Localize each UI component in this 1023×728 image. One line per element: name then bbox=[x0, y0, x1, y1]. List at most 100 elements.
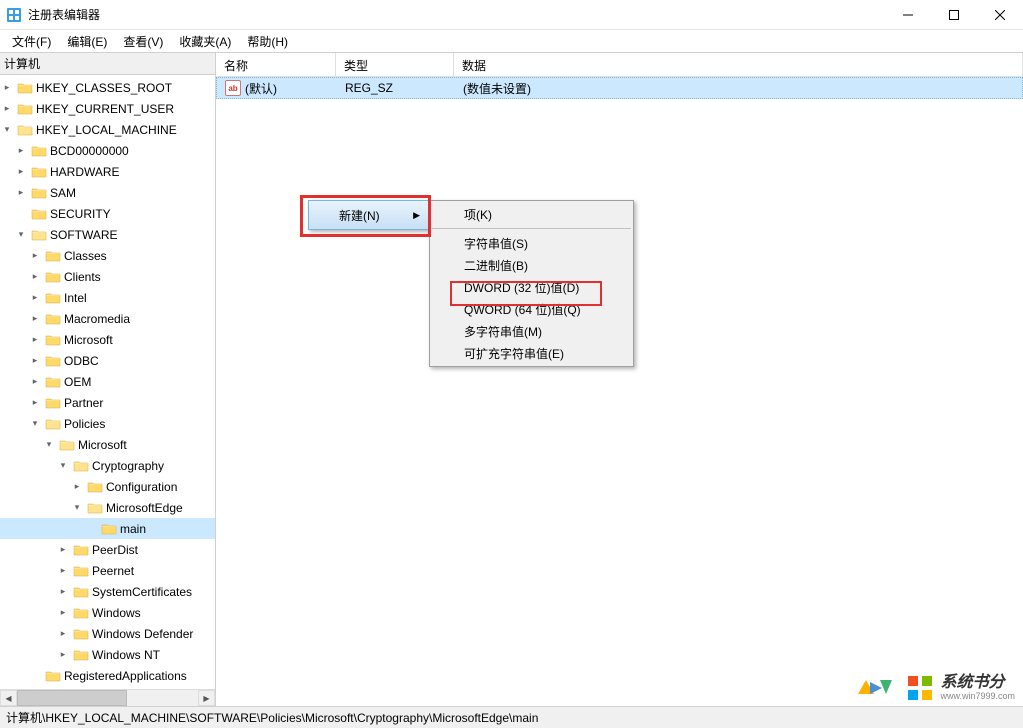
content-area: 计算机 ▸HKEY_CLASSES_ROOT▸HKEY_CURRENT_USER… bbox=[0, 52, 1023, 706]
tree-node[interactable]: ▾Cryptography bbox=[0, 455, 215, 476]
context-menu-new[interactable]: 新建(N) ▶ bbox=[308, 200, 429, 230]
tree-node[interactable]: ▸Intel bbox=[0, 287, 215, 308]
submenu-string[interactable]: 字符串值(S) bbox=[430, 232, 633, 254]
submenu-multistring[interactable]: 多字符串值(M) bbox=[430, 320, 633, 342]
tree-node[interactable]: ▸ SAM bbox=[0, 182, 215, 203]
tree-root-label[interactable]: 计算机 bbox=[0, 53, 215, 75]
tree-node-label: HKEY_LOCAL_MACHINE bbox=[36, 123, 177, 137]
tree-toggle-icon[interactable]: ▸ bbox=[56, 585, 70, 599]
tree-node-label: Policies bbox=[64, 417, 105, 431]
submenu-qword[interactable]: QWORD (64 位)值(Q) bbox=[430, 298, 633, 320]
watermark-shapes-icon bbox=[852, 674, 900, 702]
tree-node[interactable]: ▸ODBC bbox=[0, 350, 215, 371]
tree-toggle-icon[interactable]: ▸ bbox=[28, 249, 42, 263]
tree-toggle-icon[interactable]: ▸ bbox=[28, 291, 42, 305]
tree-toggle-icon[interactable]: ▾ bbox=[56, 459, 70, 473]
tree-toggle-icon[interactable]: ▾ bbox=[70, 501, 84, 515]
tree-toggle-icon[interactable]: ▸ bbox=[56, 627, 70, 641]
tree-node[interactable]: ▸ Clients bbox=[0, 266, 215, 287]
minimize-button[interactable] bbox=[885, 0, 931, 30]
value-type: REG_SZ bbox=[337, 79, 455, 97]
submenu-dword[interactable]: DWORD (32 位)值(D) bbox=[430, 276, 633, 298]
hscroll-right-button[interactable]: ▶ bbox=[198, 690, 215, 706]
col-header-data[interactable]: 数据 bbox=[454, 53, 1023, 76]
tree-node[interactable]: ▸ Macromedia bbox=[0, 308, 215, 329]
tree-node[interactable]: ▾ HKEY_LOCAL_MACHINE bbox=[0, 119, 215, 140]
menu-edit[interactable]: 编辑(E) bbox=[59, 31, 115, 52]
watermark-url: www.win7999.com bbox=[940, 692, 1015, 702]
tree-toggle-icon[interactable]: ▸ bbox=[14, 165, 28, 179]
tree-hscroll[interactable]: ◀ ▶ bbox=[0, 689, 215, 706]
tree-node[interactable]: ▸ Microsoft bbox=[0, 329, 215, 350]
tree-node[interactable]: ▸ PeerDist bbox=[0, 539, 215, 560]
tree-node[interactable]: ▸Classes bbox=[0, 245, 215, 266]
tree-node[interactable]: ▸SystemCertificates bbox=[0, 581, 215, 602]
tree-node[interactable]: ▾ Policies bbox=[0, 413, 215, 434]
tree-toggle-icon[interactable]: ▸ bbox=[28, 396, 42, 410]
tree-node[interactable]: ▾Microsoft bbox=[0, 434, 215, 455]
tree-node[interactable]: ▾ MicrosoftEdge bbox=[0, 497, 215, 518]
tree-toggle-icon[interactable]: ▾ bbox=[42, 438, 56, 452]
tree-node[interactable]: ▸ Windows bbox=[0, 602, 215, 623]
tree-toggle-icon[interactable]: ▸ bbox=[28, 375, 42, 389]
tree-node[interactable]: ▸HKEY_CLASSES_ROOT bbox=[0, 77, 215, 98]
statusbar: 计算机\HKEY_LOCAL_MACHINE\SOFTWARE\Policies… bbox=[0, 706, 1023, 728]
list-row[interactable]: ab(默认) REG_SZ (数值未设置) bbox=[216, 77, 1023, 99]
tree-toggle-icon[interactable]: ▸ bbox=[14, 144, 28, 158]
tree-toggle-icon[interactable]: ▾ bbox=[28, 417, 42, 431]
col-header-type[interactable]: 类型 bbox=[336, 53, 454, 76]
tree-node[interactable]: ▸BCD00000000 bbox=[0, 140, 215, 161]
tree-toggle-icon[interactable]: ▸ bbox=[0, 102, 14, 116]
tree-node[interactable]: ▸Windows NT bbox=[0, 644, 215, 665]
submenu-expandstring[interactable]: 可扩充字符串值(E) bbox=[430, 342, 633, 364]
tree-node-label: SAM bbox=[50, 186, 76, 200]
tree-toggle-icon[interactable]: ▸ bbox=[28, 270, 42, 284]
menu-file[interactable]: 文件(F) bbox=[4, 31, 59, 52]
hscroll-thumb[interactable] bbox=[17, 690, 127, 706]
tree-node[interactable]: ▸Windows Defender bbox=[0, 623, 215, 644]
tree-node[interactable]: SECURITY bbox=[0, 203, 215, 224]
tree-node[interactable]: RegisteredApplications bbox=[0, 665, 215, 686]
maximize-button[interactable] bbox=[931, 0, 977, 30]
app-icon bbox=[6, 7, 22, 23]
tree-node-label: Macromedia bbox=[64, 312, 130, 326]
tree-node-label: Windows bbox=[92, 606, 141, 620]
tree-toggle-icon[interactable]: ▸ bbox=[14, 186, 28, 200]
tree-node-label: Clients bbox=[64, 270, 101, 284]
tree-toggle-icon[interactable]: ▾ bbox=[0, 123, 14, 137]
tree-toggle-icon[interactable]: ▸ bbox=[56, 606, 70, 620]
tree-toggle-icon[interactable]: ▸ bbox=[56, 564, 70, 578]
tree-node[interactable]: ▸Partner bbox=[0, 392, 215, 413]
tree-toggle-icon[interactable]: ▸ bbox=[28, 333, 42, 347]
tree-node[interactable]: ▸Peernet bbox=[0, 560, 215, 581]
tree-node-label: PeerDist bbox=[92, 543, 138, 557]
window-title: 注册表编辑器 bbox=[28, 6, 885, 23]
tree-node-label: SOFTWARE bbox=[50, 228, 118, 242]
tree-node[interactable]: ▸HKEY_CURRENT_USER bbox=[0, 98, 215, 119]
tree-node[interactable]: main bbox=[0, 518, 215, 539]
tree-toggle-icon[interactable]: ▸ bbox=[0, 81, 14, 95]
tree-node[interactable]: ▸HARDWARE bbox=[0, 161, 215, 182]
submenu-key[interactable]: 项(K) bbox=[430, 203, 633, 225]
tree-node-label: Microsoft bbox=[64, 333, 113, 347]
tree-toggle-icon[interactable]: ▸ bbox=[56, 543, 70, 557]
tree-toggle-icon[interactable]: ▸ bbox=[28, 312, 42, 326]
hscroll-track[interactable] bbox=[17, 690, 198, 706]
menu-favorites[interactable]: 收藏夹(A) bbox=[171, 31, 239, 52]
submenu-arrow-icon: ▶ bbox=[413, 210, 420, 221]
tree-node[interactable]: ▸OEM bbox=[0, 371, 215, 392]
tree-toggle-icon[interactable]: ▸ bbox=[28, 354, 42, 368]
close-button[interactable] bbox=[977, 0, 1023, 30]
submenu-binary[interactable]: 二进制值(B) bbox=[430, 254, 633, 276]
tree-toggle-icon[interactable]: ▾ bbox=[14, 228, 28, 242]
tree-toggle-icon[interactable]: ▸ bbox=[56, 648, 70, 662]
tree-node[interactable]: ▾ SOFTWARE bbox=[0, 224, 215, 245]
tree-toggle-icon[interactable]: ▸ bbox=[70, 480, 84, 494]
col-header-name[interactable]: 名称 bbox=[216, 53, 336, 76]
menu-help[interactable]: 帮助(H) bbox=[239, 31, 296, 52]
tree-node[interactable]: ▸Configuration bbox=[0, 476, 215, 497]
tree-node-label: MicrosoftEdge bbox=[106, 501, 183, 515]
tree-panel: 计算机 ▸HKEY_CLASSES_ROOT▸HKEY_CURRENT_USER… bbox=[0, 53, 216, 706]
hscroll-left-button[interactable]: ◀ bbox=[0, 690, 17, 706]
menu-view[interactable]: 查看(V) bbox=[115, 31, 171, 52]
